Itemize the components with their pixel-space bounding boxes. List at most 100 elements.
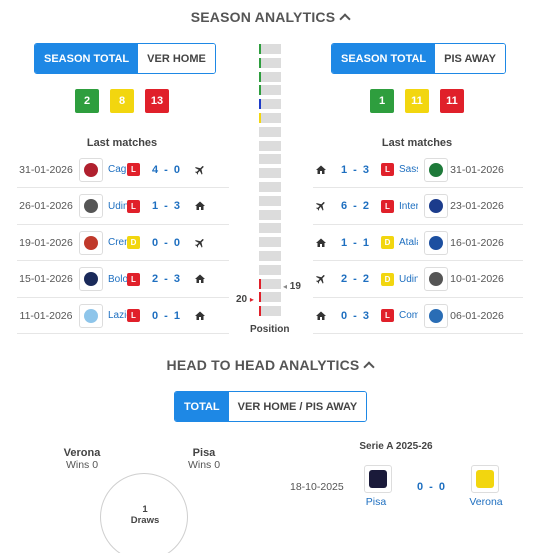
result-badge: D (127, 236, 140, 249)
arrow-right-icon: ▸ (249, 295, 254, 304)
team-crest-icon (424, 157, 448, 182)
h2h-home-team: Verona (63, 447, 101, 459)
match-score[interactable]: 1 - 3 (329, 164, 381, 176)
h2h-home-name[interactable]: Pisa (356, 496, 396, 508)
match-row[interactable]: 26-01-2026 UdineseL1 - 3 (17, 189, 229, 225)
h2h-tab-group: TOTAL VER HOME / PIS AWAY (174, 391, 368, 422)
h2h-draws-chart: 1 Draws (100, 473, 188, 553)
away-wins-badge: 1 (370, 89, 394, 113)
tab-season-total-home[interactable]: SEASON TOTAL (35, 44, 139, 73)
match-row[interactable]: 15-01-2026 BolognaL2 - 3 (17, 262, 229, 298)
team-crest-icon (79, 194, 103, 218)
zone-marker (259, 44, 261, 54)
opponent-name[interactable]: Inter (394, 201, 418, 212)
opponent-name[interactable]: Lazio (103, 310, 127, 321)
position-cell (259, 140, 281, 151)
position-cell (259, 195, 281, 206)
away-losses-badge: 11 (440, 89, 464, 113)
home-icon (313, 310, 329, 322)
h2h-analytics-title[interactable]: HEAD TO HEAD ANALYTICS (0, 357, 540, 373)
position-cell (259, 278, 281, 289)
opponent-name[interactable]: Cremonese (103, 237, 127, 248)
position-label: Position (250, 324, 290, 335)
match-row[interactable]: 6 - 2 L Inter 23-01-2026 (313, 189, 523, 225)
match-date: 10-01-2026 (450, 273, 504, 285)
match-score[interactable]: 4 - 0 (140, 164, 192, 176)
opponent-name[interactable]: Bologna (103, 274, 127, 285)
position-cell (259, 112, 281, 123)
opponent-name[interactable]: Sassuolo (394, 164, 418, 175)
away-draws-badge: 11 (405, 89, 429, 113)
tab-ver-home-pis-away[interactable]: VER HOME / PIS AWAY (228, 392, 367, 421)
match-date: 23-01-2026 (450, 200, 504, 212)
chevron-up-icon (363, 361, 376, 373)
plane-icon (313, 200, 329, 212)
match-date: 19-01-2026 (19, 236, 73, 249)
tab-total[interactable]: TOTAL (175, 392, 229, 421)
match-score[interactable]: 0 - 0 (140, 237, 192, 249)
zone-marker (259, 85, 261, 96)
match-row[interactable]: 1 - 3LSassuolo 31-01-2026 (313, 152, 523, 188)
home-position-value: 20 (236, 294, 248, 305)
zone-marker (259, 99, 261, 110)
match-score[interactable]: 1 - 1 (329, 237, 381, 249)
result-badge: L (127, 163, 140, 176)
h2h-draws-label: Draws (130, 515, 160, 526)
h2h-draws-count: 1 (142, 504, 148, 515)
tab-pis-away[interactable]: PIS AWAY (435, 44, 505, 73)
result-badge: L (381, 163, 394, 176)
plane-icon (313, 273, 329, 285)
team-crest-icon (79, 157, 103, 182)
team-crest-icon (424, 303, 448, 328)
position-cell (259, 57, 281, 68)
home-icon (192, 200, 208, 212)
match-row[interactable]: 11-01-2026 LazioL0 - 1 (17, 298, 229, 334)
match-score[interactable]: 2 - 3 (140, 273, 192, 285)
opponent-name[interactable]: Atalanta (394, 237, 418, 248)
match-score[interactable]: 2 - 2 (329, 273, 381, 285)
home-tab-group: SEASON TOTAL VER HOME (34, 43, 216, 74)
opponent-name[interactable]: Udinese (394, 274, 418, 285)
opponent-name[interactable]: Udinese (103, 201, 127, 212)
h2h-analytics-label: HEAD TO HEAD ANALYTICS (166, 357, 360, 373)
tab-season-total-away[interactable]: SEASON TOTAL (332, 44, 436, 73)
match-row[interactable]: 31-01-2026 CagliariL4 - 0 (17, 152, 229, 188)
h2h-away-team: Pisa (192, 447, 216, 459)
h2h-match-score[interactable]: 0 - 0 (405, 481, 457, 493)
match-row[interactable]: 2 - 2DUdinese 10-01-2026 (313, 262, 523, 298)
match-row[interactable]: 0 - 3LComo 06-01-2026 (313, 298, 523, 334)
home-wins-badge: 2 (75, 89, 99, 113)
team-crest-icon (79, 230, 103, 255)
team-crest-icon (424, 267, 448, 291)
position-cell (259, 126, 281, 137)
match-score[interactable]: 1 - 3 (140, 200, 192, 212)
season-analytics-title[interactable]: SEASON ANALYTICS (0, 9, 540, 25)
home-losses-badge: 13 (145, 89, 169, 113)
h2h-competition: Serie A 2025-26 (359, 441, 433, 452)
position-cell (259, 154, 281, 165)
position-cell (259, 223, 281, 234)
opponent-name[interactable]: Como (394, 310, 418, 321)
match-score[interactable]: 0 - 1 (140, 310, 192, 322)
away-tab-group: SEASON TOTAL PIS AWAY (331, 43, 506, 74)
home-icon (192, 273, 208, 285)
zone-marker (259, 278, 261, 289)
result-badge: L (381, 309, 394, 322)
match-date: 11-01-2026 (19, 309, 73, 322)
match-row[interactable]: 19-01-2026 CremoneseD0 - 0 (17, 225, 229, 261)
match-date: 15-01-2026 (19, 273, 73, 285)
opponent-name[interactable]: Cagliari (103, 164, 127, 175)
home-last-matches-title: Last matches (86, 137, 158, 149)
match-row[interactable]: 1 - 1DAtalanta 16-01-2026 (313, 225, 523, 261)
match-score[interactable]: 0 - 3 (329, 310, 381, 322)
chevron-up-icon (339, 13, 351, 25)
position-cell (259, 209, 281, 220)
position-cell (259, 168, 281, 179)
position-cell (259, 237, 281, 248)
match-score[interactable]: 6 - 2 (329, 200, 381, 212)
h2h-away-name[interactable]: Verona (463, 496, 509, 508)
tab-ver-home[interactable]: VER HOME (138, 44, 215, 73)
match-date: 06-01-2026 (450, 309, 504, 322)
arrow-left-icon: ◂ (283, 282, 288, 291)
season-analytics-label: SEASON ANALYTICS (190, 9, 336, 25)
